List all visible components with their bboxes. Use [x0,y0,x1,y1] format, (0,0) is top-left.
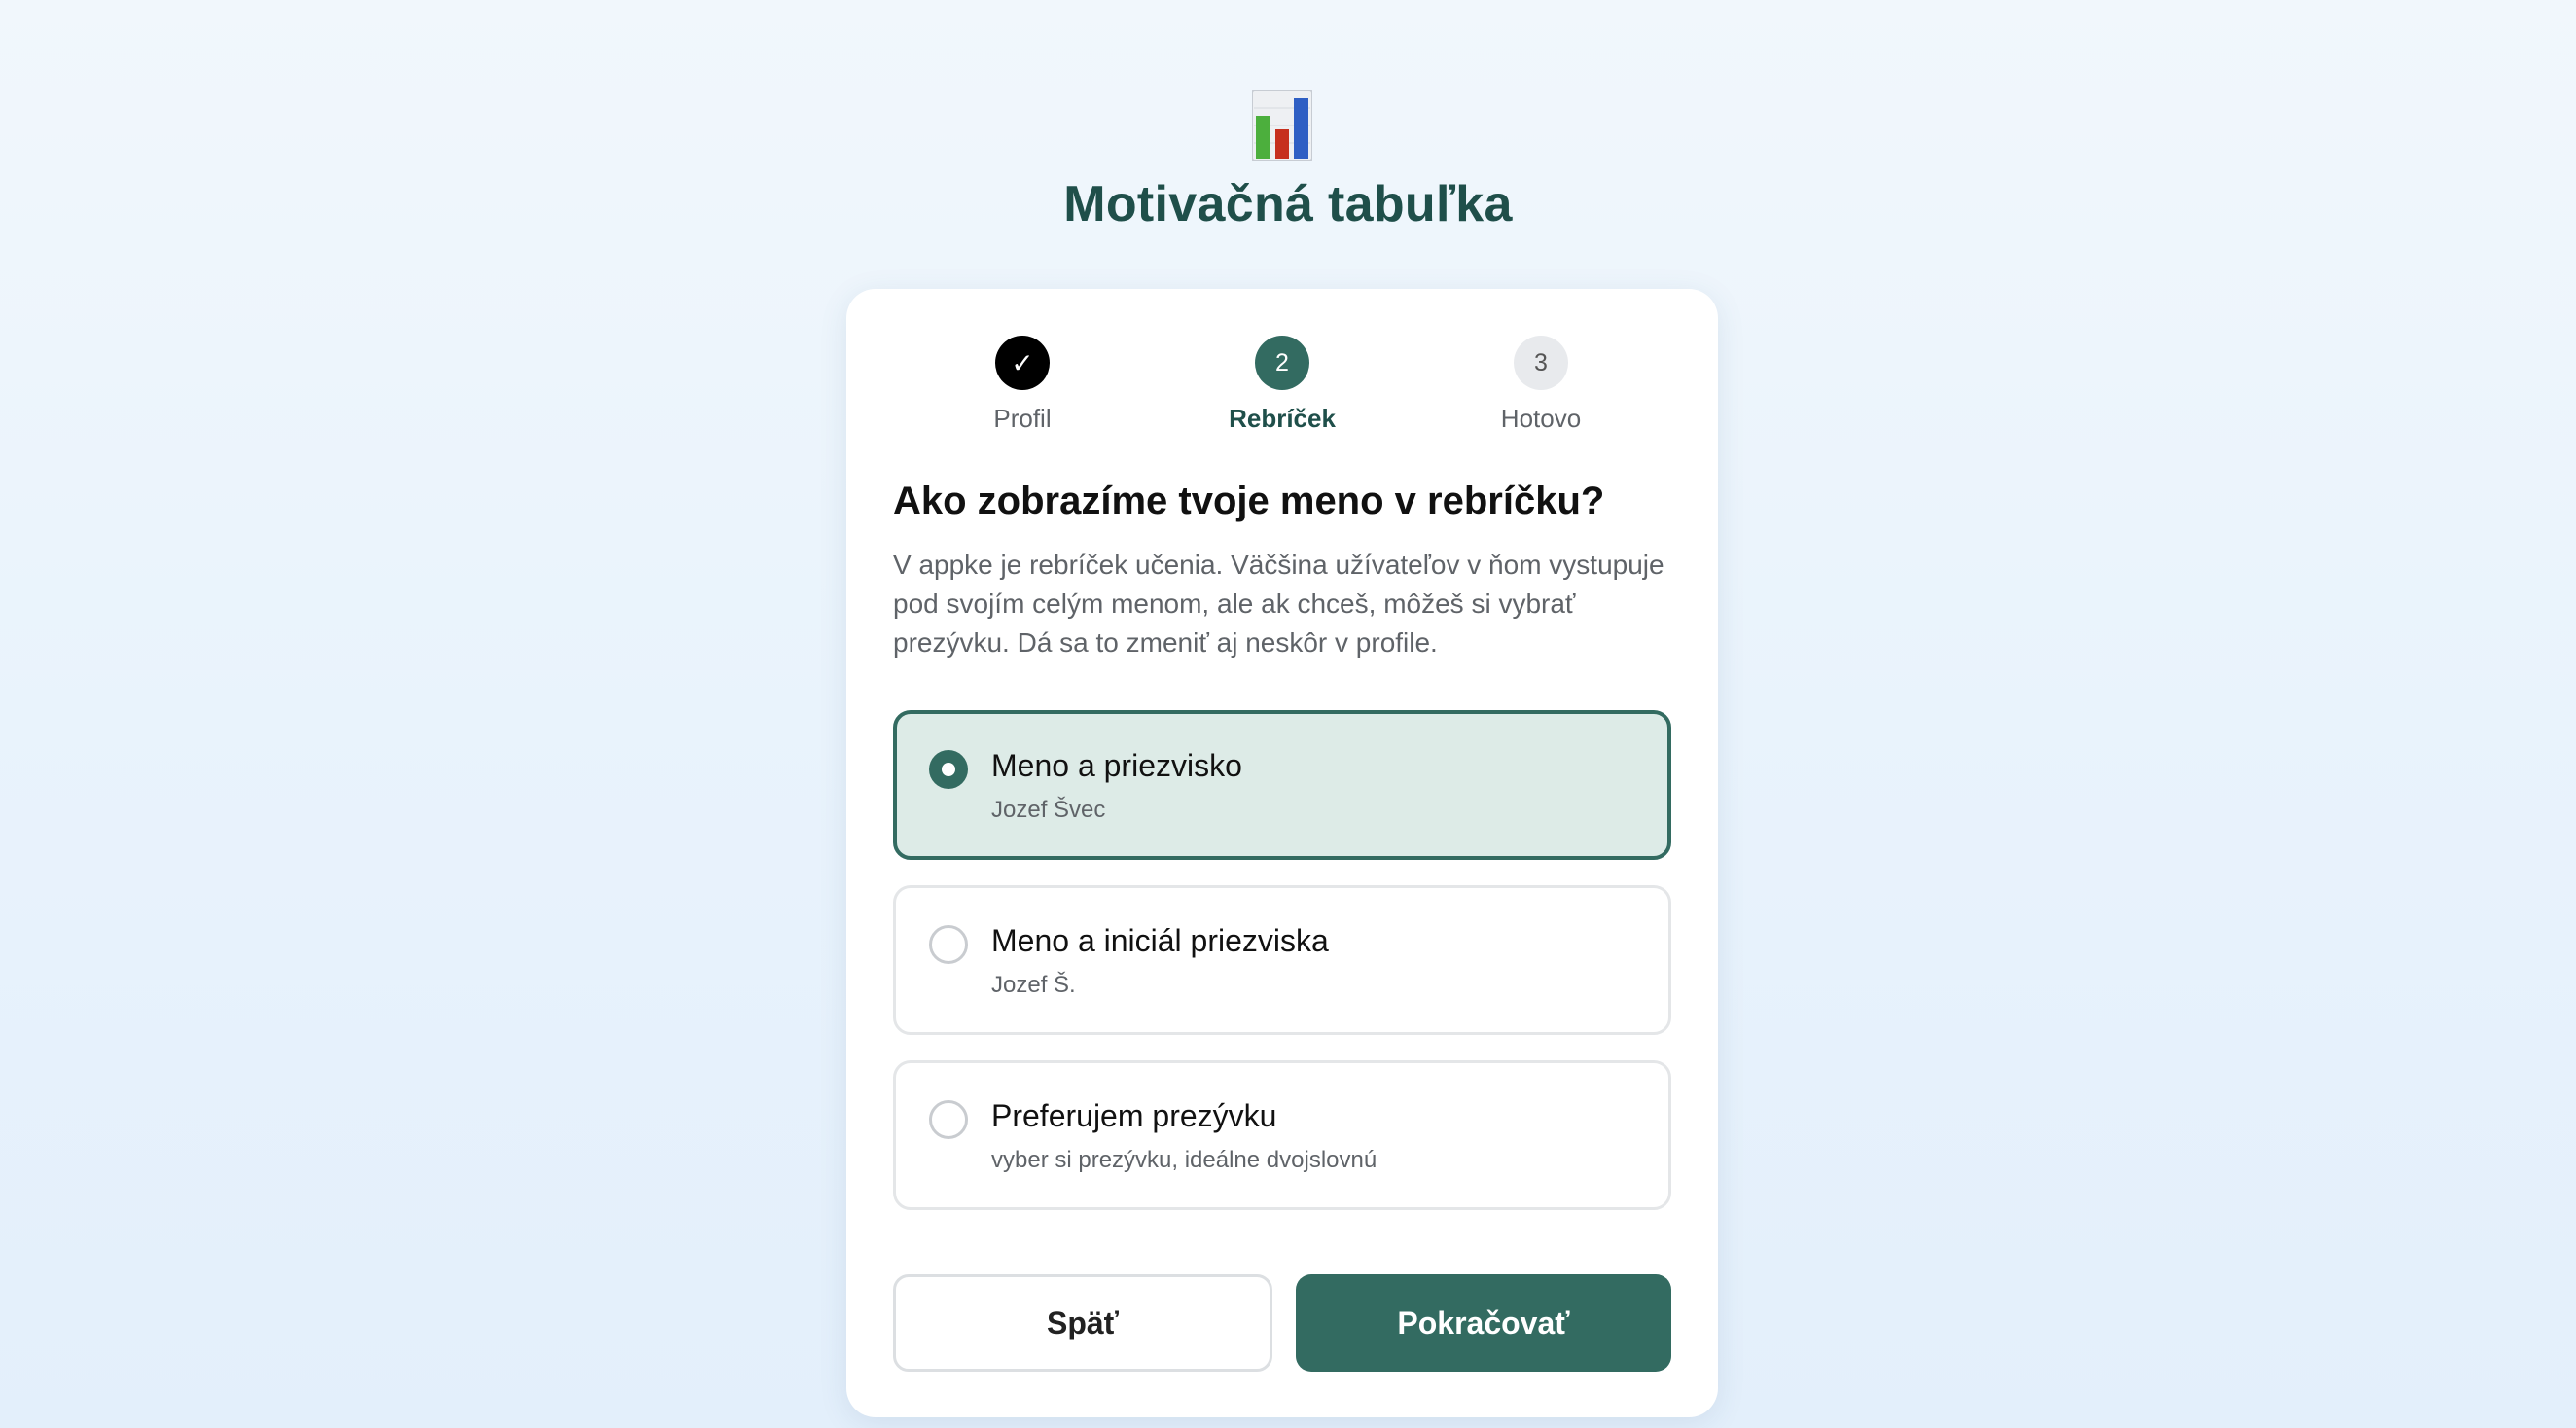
step-hotovo: 3 Hotovo [1444,336,1638,434]
question-description: V appke je rebríček učenia. Väčšina užív… [893,550,1664,658]
step-profil[interactable]: ✓ Profil [925,336,1120,434]
option-name-initial[interactable]: Meno a iniciál priezviska Jozef Š. [893,885,1671,1035]
step-rebricek[interactable]: 2 Rebríček [1185,336,1379,434]
radio-selected-icon[interactable] [929,750,968,789]
step-label: Rebríček [1229,404,1336,433]
onboarding-card: ✓ Profil 2 Rebríček 3 Hotovo Ako zobrazí… [846,289,1718,1417]
option-nickname[interactable]: Preferujem prezývku vyber si prezývku, i… [893,1060,1671,1210]
step-number: 3 [1514,336,1568,390]
radio-icon[interactable] [929,925,968,964]
option-subtitle: vyber si prezývku, ideálne dvojslovnú [991,1147,1377,1173]
question-title: Ako zobrazíme tvoje meno v rebríčku? [893,480,1605,522]
option-subtitle: Jozef Švec [991,797,1106,823]
continue-button[interactable]: Pokračovať [1296,1274,1671,1372]
option-title: Meno a iniciál priezviska [991,923,1329,958]
step-label: Profil [993,404,1052,433]
step-number: 2 [1255,336,1309,390]
bar-chart-icon [1252,90,1312,161]
option-subtitle: Jozef Š. [991,972,1076,998]
radio-icon[interactable] [929,1100,968,1139]
back-button[interactable]: Späť [893,1274,1272,1372]
option-full-name[interactable]: Meno a priezvisko Jozef Švec [893,710,1671,860]
app-title: Motivačná tabuľka [1063,176,1513,232]
step-label: Hotovo [1500,404,1582,433]
check-icon: ✓ [995,336,1050,390]
option-title: Preferujem prezývku [991,1098,1277,1133]
option-title: Meno a priezvisko [991,748,1242,783]
